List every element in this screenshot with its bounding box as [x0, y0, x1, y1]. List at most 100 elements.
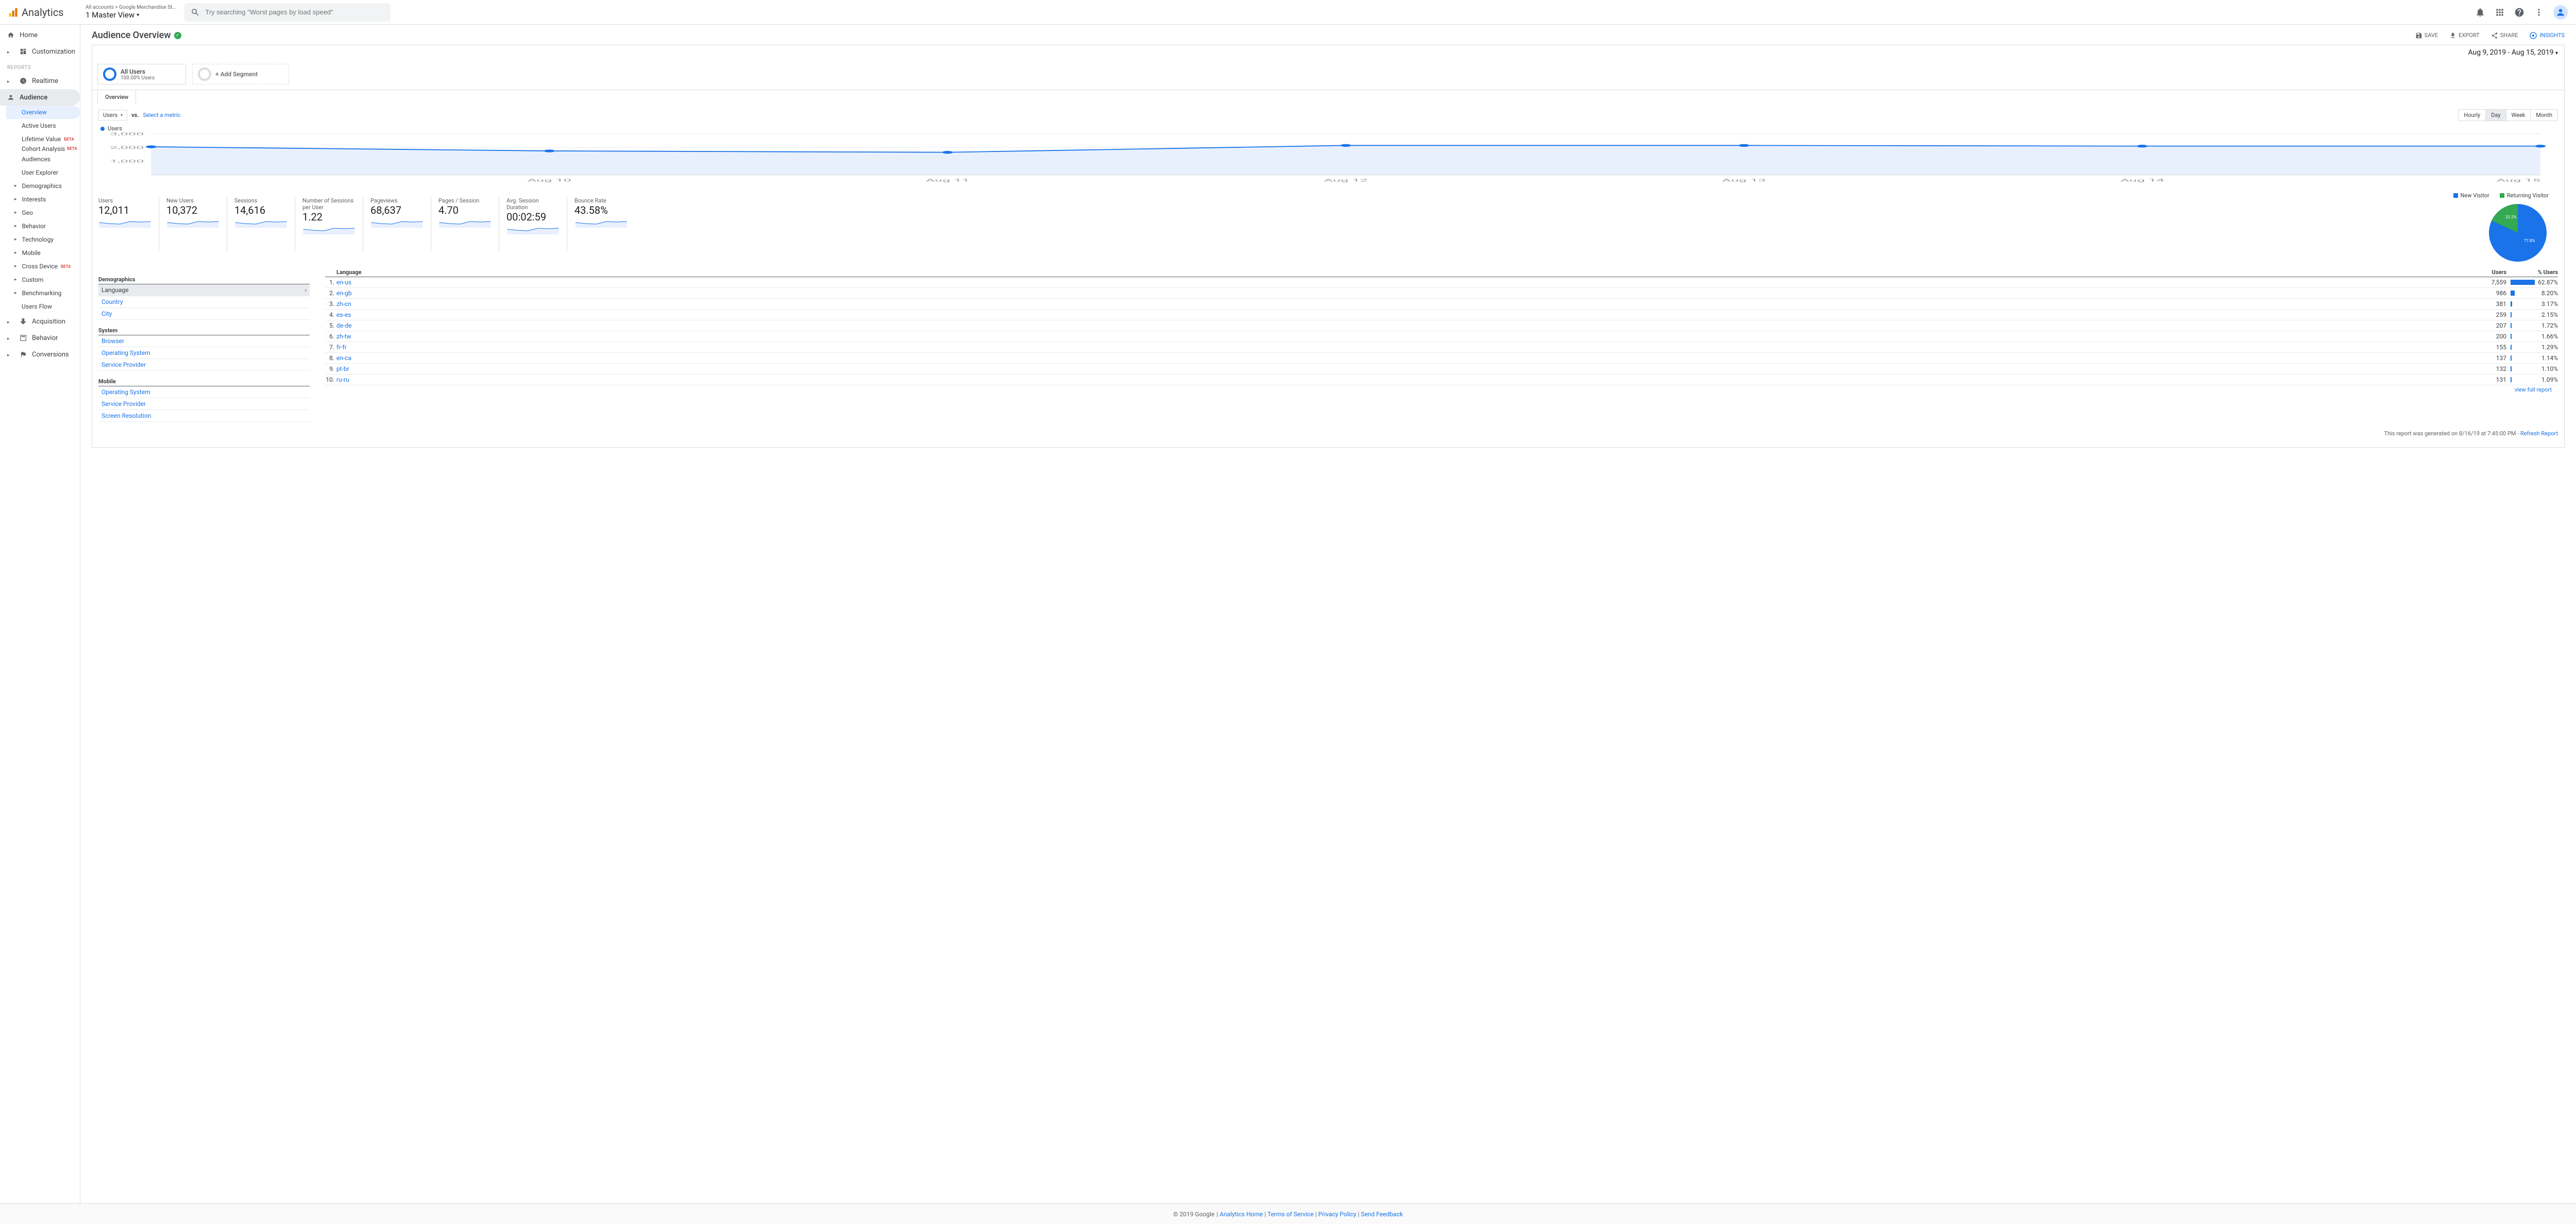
scorecard-pageviews[interactable]: Pageviews68,637 — [370, 197, 431, 251]
sidebar-item-demographics[interactable]: Demographics — [6, 179, 80, 193]
sidebar-item-user-explorer[interactable]: User Explorer — [6, 166, 80, 179]
reports-label: REPORTS — [0, 60, 80, 73]
scorecard-pages-session[interactable]: Pages / Session4.70 — [438, 197, 499, 251]
svg-text:22.2%: 22.2% — [2505, 215, 2517, 219]
col-users: Users — [2465, 269, 2506, 276]
sidebar-item-benchmarking[interactable]: Benchmarking — [6, 286, 80, 300]
sidebar-behavior[interactable]: Behavior — [0, 330, 80, 346]
sidebar-item-custom[interactable]: Custom — [6, 273, 80, 286]
sidebar-item-mobile[interactable]: Mobile — [6, 246, 80, 260]
sidebar-item-lifetime-value[interactable]: Lifetime ValueBETA — [6, 132, 80, 146]
lang-row-pt-br[interactable]: 9.pt-br132 1.10% — [325, 364, 2558, 375]
users-line-chart[interactable]: 1,0002,0003,000Aug 10Aug 11Aug 12Aug 13A… — [98, 132, 2558, 183]
sidebar: Home Customization REPORTS Realtime Audi… — [0, 25, 80, 1203]
visitor-pie-chart[interactable]: 77.8% 22.2% — [2487, 202, 2549, 264]
sidebar-customization[interactable]: Customization — [0, 43, 80, 60]
sidebar-item-cross-device[interactable]: Cross DeviceBETA — [6, 260, 80, 273]
sidebar-audience[interactable]: Audience — [0, 89, 80, 106]
col-pct-users: % Users — [2506, 269, 2558, 276]
dim-group-mobile: Mobile — [98, 376, 310, 386]
dim-service-provider[interactable]: Service Provider — [98, 359, 310, 371]
footer-link-terms-of-service[interactable]: Terms of Service — [1267, 1211, 1314, 1218]
dim-city[interactable]: City — [98, 308, 310, 320]
scorecard-sessions[interactable]: Sessions14,616 — [234, 197, 295, 251]
granularity-day[interactable]: Day — [2486, 110, 2506, 121]
avatar[interactable] — [2553, 5, 2568, 20]
metric-selector[interactable]: Users — [98, 110, 127, 121]
legend-new-visitor: New Visitor — [2453, 192, 2489, 199]
footer-link-analytics-home[interactable]: Analytics Home — [1219, 1211, 1263, 1218]
add-segment-button[interactable]: + Add Segment — [192, 64, 289, 84]
granularity-week[interactable]: Week — [2506, 110, 2531, 121]
lang-row-zh-cn[interactable]: 3.zh-cn381 3.17% — [325, 299, 2558, 310]
tab-overview[interactable]: Overview — [97, 90, 136, 104]
date-range-picker[interactable]: Aug 9, 2019 - Aug 15, 2019 ▾ — [92, 45, 2564, 59]
home-icon — [7, 31, 14, 39]
account-selector[interactable]: All accounts > Google Merchandise St... … — [86, 5, 176, 20]
dim-operating-system[interactable]: Operating System — [98, 386, 310, 398]
more-icon[interactable] — [2534, 7, 2544, 18]
export-button[interactable]: EXPORT — [2449, 31, 2480, 40]
sidebar-item-cohort-analysis[interactable]: Cohort AnalysisBETA — [6, 146, 80, 152]
sidebar-item-behavior[interactable]: Behavior — [6, 219, 80, 233]
sidebar-item-technology[interactable]: Technology — [6, 233, 80, 246]
sidebar-item-users-flow[interactable]: Users Flow — [6, 300, 80, 313]
apps-icon[interactable] — [2495, 7, 2505, 18]
share-button[interactable]: SHARE — [2491, 31, 2518, 40]
acquisition-icon — [20, 318, 27, 325]
sidebar-item-interests[interactable]: Interests — [6, 193, 80, 206]
sidebar-item-geo[interactable]: Geo — [6, 206, 80, 219]
footer-link-privacy-policy[interactable]: Privacy Policy — [1318, 1211, 1357, 1218]
help-icon[interactable] — [2514, 7, 2524, 18]
chevron-right-icon — [7, 318, 14, 325]
lang-row-es-es[interactable]: 4.es-es259 2.15% — [325, 310, 2558, 320]
dim-operating-system[interactable]: Operating System — [98, 347, 310, 359]
granularity-month[interactable]: Month — [2531, 110, 2557, 121]
sidebar-item-audiences[interactable]: Audiences — [6, 152, 80, 166]
search-box[interactable] — [184, 3, 391, 22]
footer-link-send-feedback[interactable]: Send Feedback — [1361, 1211, 1403, 1218]
analytics-logo[interactable]: Analytics — [8, 6, 80, 19]
scorecard-bounce-rate[interactable]: Bounce Rate43.58% — [574, 197, 635, 251]
lang-row-fr-fr[interactable]: 7.fr-fr155 1.29% — [325, 342, 2558, 353]
bell-icon[interactable] — [2475, 7, 2485, 18]
lang-row-de-de[interactable]: 5.de-de207 1.72% — [325, 320, 2558, 331]
sidebar-conversions[interactable]: Conversions — [0, 346, 80, 363]
segment-ring-icon — [103, 67, 116, 81]
dim-service-provider[interactable]: Service Provider — [98, 398, 310, 410]
view-full-report-link[interactable]: view full report — [2515, 386, 2552, 393]
refresh-report-link[interactable]: Refresh Report — [2520, 430, 2558, 437]
scorecard-number-of-sessions-per-user[interactable]: Number of Sessions per User1.22 — [302, 197, 363, 251]
dim-language[interactable]: Language — [98, 284, 310, 296]
scorecard-users[interactable]: Users12,011 — [98, 197, 159, 251]
dim-country[interactable]: Country — [98, 296, 310, 308]
scorecard-new-users[interactable]: New Users10,372 — [166, 197, 227, 251]
dim-browser[interactable]: Browser — [98, 335, 310, 347]
sidebar-home[interactable]: Home — [0, 27, 80, 43]
search-input[interactable] — [205, 8, 384, 16]
sidebar-item-active-users[interactable]: Active Users — [6, 119, 80, 132]
segment-all-users[interactable]: All Users100.00% Users — [97, 64, 186, 84]
search-icon — [191, 8, 200, 17]
product-name: Analytics — [22, 6, 64, 19]
lang-row-en-gb[interactable]: 2.en-gb986 8.20% — [325, 288, 2558, 299]
select-metric-link[interactable]: Select a metric — [143, 112, 181, 118]
scorecard-avg-session-duration[interactable]: Avg. Session Duration00:02:59 — [506, 197, 567, 251]
lang-row-zh-tw[interactable]: 6.zh-tw200 1.66% — [325, 331, 2558, 342]
lang-row-en-ca[interactable]: 8.en-ca137 1.14% — [325, 353, 2558, 364]
save-icon — [2415, 32, 2422, 39]
granularity-hourly[interactable]: Hourly — [2459, 110, 2486, 121]
dim-screen-resolution[interactable]: Screen Resolution — [98, 410, 310, 422]
lang-row-ru-ru[interactable]: 10.ru-ru131 1.09% — [325, 375, 2558, 385]
save-button[interactable]: SAVE — [2415, 31, 2438, 40]
sidebar-acquisition[interactable]: Acquisition — [0, 313, 80, 330]
sidebar-realtime[interactable]: Realtime — [0, 73, 80, 89]
insights-button[interactable]: INSIGHTS — [2529, 31, 2565, 40]
export-icon — [2449, 32, 2456, 39]
chevron-right-icon — [7, 351, 14, 358]
sidebar-item-overview[interactable]: Overview — [6, 106, 80, 119]
chevron-right-icon — [7, 334, 14, 342]
page-title: Audience Overview✓ — [92, 30, 181, 41]
granularity-toggle: HourlyDayWeekMonth — [2458, 109, 2558, 121]
lang-row-en-us[interactable]: 1.en-us7,559 62.87% — [325, 277, 2558, 288]
